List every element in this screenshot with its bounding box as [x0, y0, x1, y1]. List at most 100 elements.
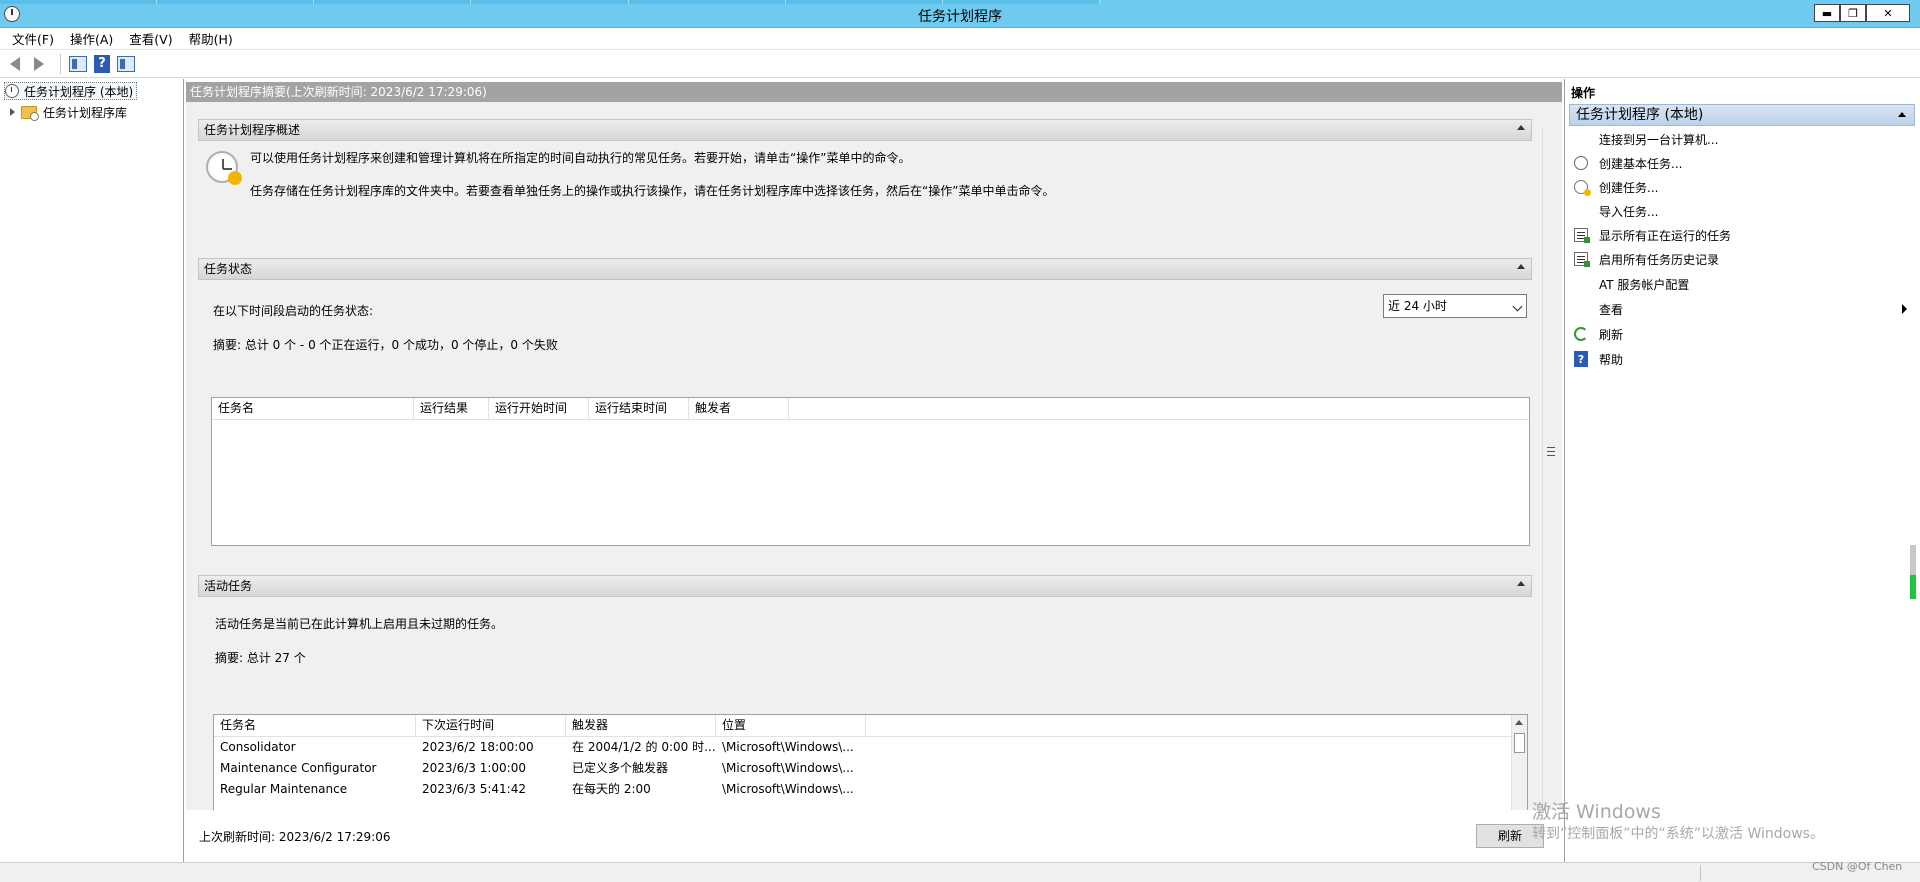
menu-view[interactable]: 查看(V) — [121, 29, 180, 48]
column-header[interactable]: 触发者 — [689, 398, 789, 419]
action-at-service-config[interactable]: AT 服务帐户配置 — [1573, 274, 1913, 294]
action-label: 创建任务... — [1599, 180, 1659, 195]
summary-scrollbar[interactable] — [1542, 127, 1558, 807]
location-cell: \Microsoft\Windows\... — [722, 740, 854, 754]
minimize-button[interactable]: ▬ — [1814, 4, 1840, 22]
activate-windows-watermark: 激活 Windows — [1532, 801, 1661, 823]
scroll-up-icon[interactable] — [1515, 720, 1523, 725]
action-label: 查看 — [1599, 302, 1624, 317]
scroll-thumb[interactable] — [1514, 733, 1525, 753]
tree-item-task-scheduler-library[interactable]: 任务计划程序库 — [10, 103, 127, 121]
menu-file[interactable]: 文件(F) — [4, 29, 62, 48]
next-run-cell: 2023/6/2 18:00:00 — [422, 740, 534, 754]
active-tasks-table: 任务名 下次运行时间 触发器 位置 Consolidator 2023/6/2 … — [213, 714, 1528, 810]
actions-group-label: 任务计划程序 (本地) — [1576, 107, 1704, 123]
next-run-cell: 2023/6/3 5:41:42 — [422, 782, 526, 796]
active-tasks-section: 活动任务 活动任务是当前已在此计算机上启用且未过期的任务。 摘要: 总计 27 … — [198, 575, 1532, 810]
tree-item-label: 任务计划程序 (本地) — [24, 84, 134, 99]
overview-section: 任务计划程序概述 可以使用任务计划程序来创建和管理计算机将在所指定的时间自动执行… — [198, 119, 1532, 246]
submenu-arrow-icon — [1902, 304, 1907, 314]
section-title: 任务计划程序概述 — [204, 123, 301, 137]
folder-icon — [21, 105, 39, 121]
action-label: AT 服务帐户配置 — [1599, 277, 1690, 292]
action-refresh[interactable]: 刷新 — [1573, 324, 1913, 344]
action-pane-icon — [117, 55, 135, 72]
forward-button[interactable] — [28, 53, 50, 75]
menu-help[interactable]: 帮助(H) — [181, 29, 241, 48]
activate-windows-hint: 转到“控制面板”中的“系统”以激活 Windows。 — [1532, 826, 1824, 842]
show-hide-action-pane-button[interactable] — [115, 53, 137, 75]
actions-group-header[interactable]: 任务计划程序 (本地) — [1569, 104, 1915, 126]
action-connect-computer[interactable]: 连接到另一台计算机... — [1573, 129, 1913, 149]
clock-icon — [5, 84, 19, 98]
task-status-section-header[interactable]: 任务状态 — [198, 258, 1532, 280]
action-create-task[interactable]: 创建任务... — [1573, 177, 1913, 197]
window-title: 任务计划程序 — [918, 9, 1002, 25]
taskbar-strip — [0, 0, 1100, 4]
table-row[interactable]: Consolidator 2023/6/2 18:00:00 在 2004/1/… — [214, 737, 1527, 758]
column-header[interactable]: 任务名 — [214, 715, 416, 736]
column-header[interactable]: 运行结果 — [414, 398, 489, 419]
action-label: 帮助 — [1599, 352, 1624, 367]
active-tasks-description: 活动任务是当前已在此计算机上启用且未过期的任务。 — [215, 617, 504, 631]
column-header[interactable]: 运行结束时间 — [589, 398, 689, 419]
forward-arrow-icon — [34, 56, 44, 71]
collapse-icon[interactable] — [1517, 125, 1525, 130]
scroll-grip-icon[interactable] — [1547, 447, 1555, 456]
task-name-cell: Regular Maintenance — [220, 782, 348, 796]
show-hide-console-tree-button[interactable] — [67, 53, 89, 75]
action-show-running-tasks[interactable]: 显示所有正在运行的任务 — [1573, 225, 1913, 245]
section-title: 活动任务 — [204, 579, 253, 593]
toolbar-help-button[interactable]: ? — [91, 53, 113, 75]
back-button[interactable] — [4, 53, 26, 75]
active-tasks-section-header[interactable]: 活动任务 — [198, 575, 1532, 597]
action-create-basic-task[interactable]: 创建基本任务... — [1573, 153, 1913, 173]
action-import-task[interactable]: 导入任务... — [1573, 201, 1913, 221]
status-period-dropdown[interactable]: 近 24 小时 — [1383, 294, 1527, 318]
table-header: 任务名 下次运行时间 触发器 位置 — [214, 715, 1527, 737]
action-view[interactable]: 查看 — [1573, 299, 1913, 319]
column-header[interactable]: 下次运行时间 — [416, 715, 566, 736]
credit-watermark: CSDN @Of Chen — [1812, 860, 1903, 873]
column-header[interactable]: 位置 — [716, 715, 866, 736]
actions-title: 操作 — [1571, 86, 1596, 100]
last-refresh-time: 上次刷新时间: 2023/6/2 17:29:06 — [199, 830, 391, 844]
summary-footer: 上次刷新时间: 2023/6/2 17:29:06 刷新 — [186, 810, 1562, 862]
menu-action[interactable]: 操作(A) — [62, 29, 121, 48]
collapse-icon[interactable] — [1517, 264, 1525, 269]
clock-icon — [1573, 155, 1589, 171]
tree-item-task-scheduler-local[interactable]: 任务计划程序 (本地) — [4, 82, 138, 100]
table-row[interactable]: Maintenance Configurator 2023/6/3 1:00:0… — [214, 758, 1527, 779]
tree-item-label: 任务计划程序库 — [43, 105, 128, 120]
summary-header: 任务计划程序摘要(上次刷新时间: 2023/6/2 17:29:06) — [186, 82, 1562, 102]
location-cell: \Microsoft\Windows\... — [722, 761, 854, 775]
action-label: 显示所有正在运行的任务 — [1599, 228, 1732, 243]
overview-text-2: 任务存储在任务计划程序库的文件夹中。若要查看单独任务上的操作或执行该操作，请在任… — [250, 184, 1055, 198]
table-row[interactable]: Regular Maintenance 2023/6/3 5:41:42 在每天… — [214, 779, 1527, 800]
task-scheduler-clock-icon — [206, 151, 242, 185]
action-help[interactable]: ? 帮助 — [1573, 349, 1913, 369]
action-enable-history[interactable]: 启用所有任务历史记录 — [1573, 249, 1913, 269]
overview-section-header[interactable]: 任务计划程序概述 — [198, 119, 1532, 141]
task-name-cell: Consolidator — [220, 740, 296, 754]
console-tree-icon — [69, 55, 87, 72]
action-label: 连接到另一台计算机... — [1599, 132, 1719, 147]
trigger-cell: 在每天的 2:00 — [572, 782, 651, 796]
trigger-cell: 已定义多个触发器 — [572, 761, 669, 775]
summary-body: 任务计划程序概述 可以使用任务计划程序来创建和管理计算机将在所指定的时间自动执行… — [186, 102, 1562, 810]
active-tasks-scrollbar[interactable] — [1511, 715, 1527, 810]
task-status-section: 任务状态 在以下时间段启动的任务状态: 近 24 小时 摘要: 总计 0 个 -… — [198, 258, 1532, 561]
restore-button[interactable]: ❐ — [1840, 4, 1866, 22]
collapse-icon[interactable] — [1898, 112, 1906, 117]
close-button[interactable]: ✕ — [1866, 4, 1910, 22]
expand-arrow-icon[interactable] — [10, 108, 15, 116]
dropdown-value: 近 24 小时 — [1388, 299, 1447, 313]
collapse-icon[interactable] — [1517, 581, 1525, 586]
running-tasks-icon — [1573, 227, 1590, 243]
column-header[interactable]: 任务名 — [212, 398, 414, 419]
overview-text-1: 可以使用任务计划程序来创建和管理计算机将在所指定的时间自动执行的常见任务。若要开… — [250, 151, 911, 165]
column-header[interactable]: 运行开始时间 — [489, 398, 589, 419]
next-run-cell: 2023/6/3 1:00:00 — [422, 761, 526, 775]
console-tree: 任务计划程序 (本地) 任务计划程序库 — [0, 79, 184, 862]
column-header[interactable]: 触发器 — [566, 715, 716, 736]
